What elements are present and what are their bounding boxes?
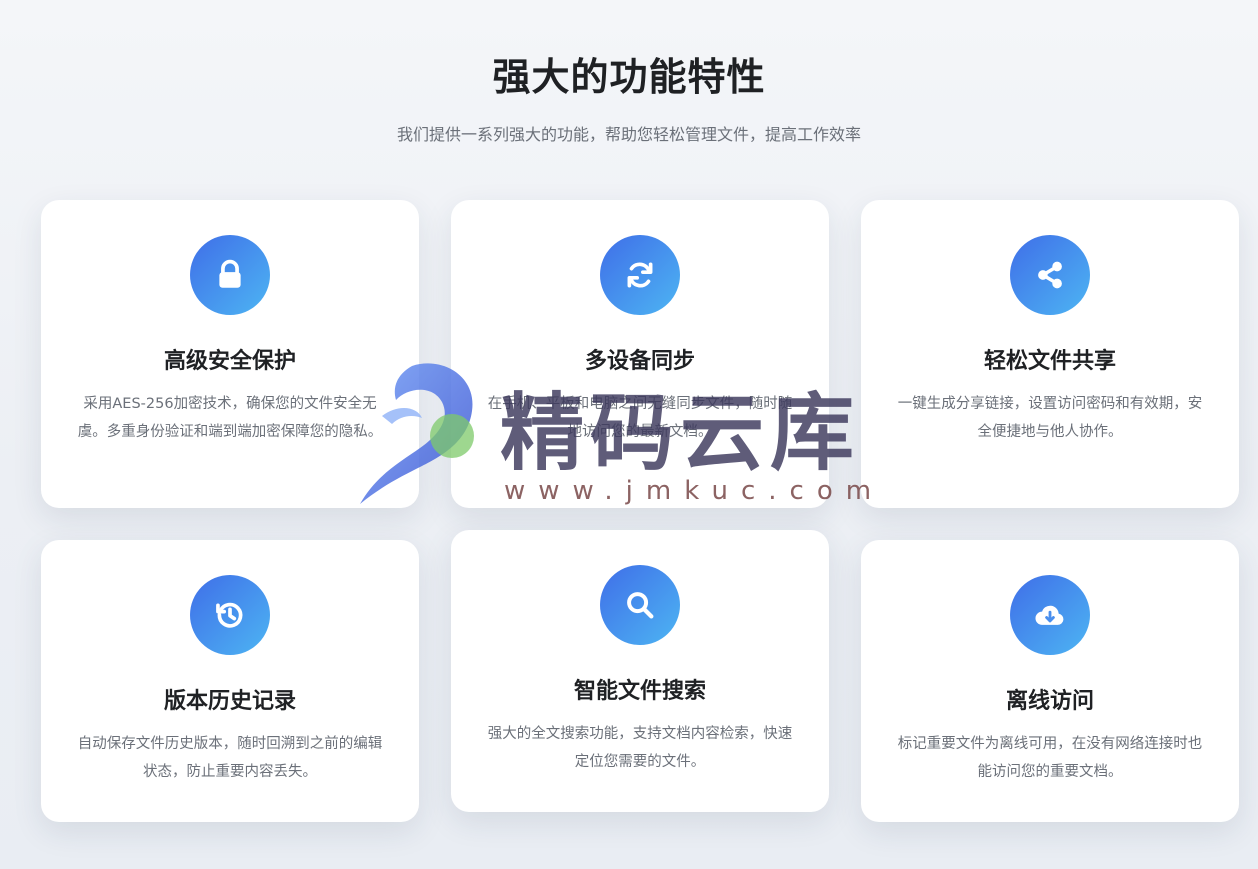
lock-icon (190, 235, 270, 315)
share-icon (1010, 235, 1090, 315)
feature-description: 采用AES-256加密技术，确保您的文件安全无虞。多重身份验证和端到端加密保障您… (77, 396, 383, 440)
sync-icon (600, 235, 680, 315)
feature-card-offline: 离线访问 标记重要文件为离线可用，在没有网络连接时也能访问您的重要文档。 (861, 540, 1239, 822)
cloud-download-icon (1010, 575, 1090, 655)
feature-card-search: 智能文件搜索 强大的全文搜索功能，支持文档内容检索，快速定位您需要的文件。 (451, 530, 829, 812)
feature-title: 版本历史记录 (163, 689, 296, 714)
feature-description: 标记重要文件为离线可用，在没有网络连接时也能访问您的重要文档。 (897, 736, 1203, 780)
search-icon (600, 565, 680, 645)
feature-card-share: 轻松文件共享 一键生成分享链接，设置访问密码和有效期，安全便捷地与他人协作。 (861, 200, 1239, 508)
feature-title: 高级安全保护 (163, 349, 296, 374)
feature-description: 在手机、平板和电脑之间无缝同步文件，随时随地访问您的最新文档。 (487, 396, 793, 440)
feature-title: 智能文件搜索 (573, 679, 706, 704)
section-title: 强大的功能特性 (492, 55, 766, 99)
feature-title: 离线访问 (1005, 689, 1094, 714)
history-icon (190, 575, 270, 655)
feature-card-sync: 多设备同步 在手机、平板和电脑之间无缝同步文件，随时随地访问您的最新文档。 (451, 200, 829, 508)
feature-card-security: 高级安全保护 采用AES-256加密技术，确保您的文件安全无虞。多重身份验证和端… (41, 200, 419, 508)
feature-title: 轻松文件共享 (983, 349, 1116, 374)
feature-title: 多设备同步 (584, 349, 695, 374)
feature-description: 自动保存文件历史版本，随时回溯到之前的编辑状态，防止重要内容丢失。 (77, 736, 383, 780)
feature-description: 一键生成分享链接，设置访问密码和有效期，安全便捷地与他人协作。 (897, 396, 1203, 440)
section-subtitle: 我们提供一系列强大的功能，帮助您轻松管理文件，提高工作效率 (396, 125, 861, 144)
feature-description: 强大的全文搜索功能，支持文档内容检索，快速定位您需要的文件。 (487, 726, 793, 770)
feature-card-history: 版本历史记录 自动保存文件历史版本，随时回溯到之前的编辑状态，防止重要内容丢失。 (41, 540, 419, 822)
